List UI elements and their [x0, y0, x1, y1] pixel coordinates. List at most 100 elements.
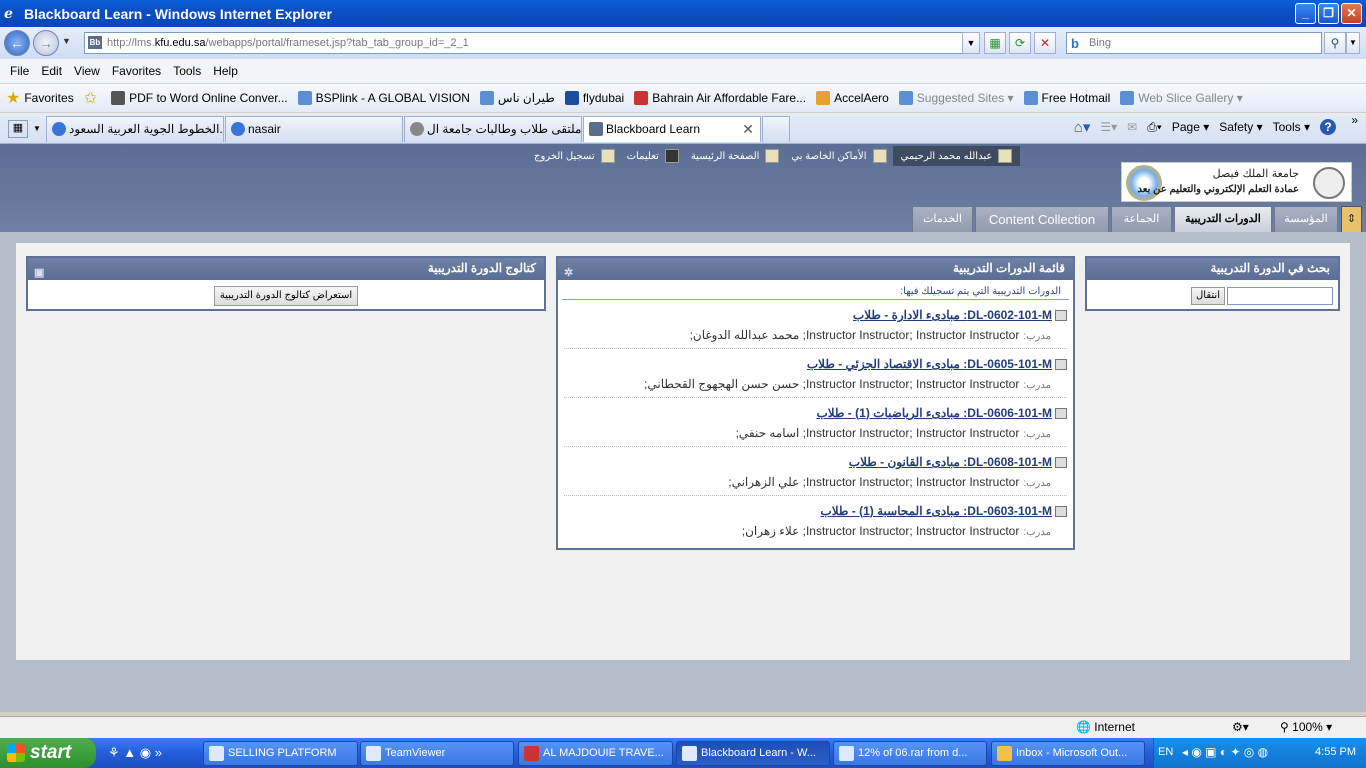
web-slice-gallery-link[interactable]: Web Slice Gallery ▾ — [1120, 91, 1243, 105]
course-link[interactable]: DL-0602-101-M: مبادىء الادارة - طلاب — [564, 308, 1067, 322]
user-name-cell[interactable]: عبدالله محمد الرحيمي — [892, 146, 1021, 166]
menu-view[interactable]: View — [68, 64, 106, 78]
logout-icon — [600, 149, 615, 163]
taskbar-button[interactable]: Inbox - Microsoft Out... — [991, 741, 1145, 766]
tab-community[interactable]: الجماعة — [1111, 206, 1172, 233]
stop-icon[interactable]: ✕ — [1034, 32, 1056, 54]
start-button[interactable]: start — [0, 738, 96, 768]
address-input[interactable]: Bb http://lms.kfu.edu.sa/webapps/portal/… — [84, 32, 980, 54]
minimize-button[interactable]: _ — [1295, 3, 1316, 24]
tab-institution[interactable]: المؤسسة — [1274, 206, 1338, 233]
ie-tab[interactable]: الخطوط الجوية العربية السعود... — [46, 116, 224, 142]
favorite-link[interactable]: Bahrain Air Affordable Fare... — [634, 91, 806, 105]
tab-services[interactable]: الخدمات — [912, 206, 973, 233]
search-input[interactable]: b Bing — [1066, 32, 1322, 54]
chevron-more-icon[interactable]: » — [1351, 113, 1358, 127]
quick-tabs-icon[interactable]: ▦ — [8, 120, 28, 138]
help-icon[interactable]: ? — [1320, 119, 1336, 135]
favorite-link[interactable]: Free Hotmail — [1023, 91, 1110, 105]
print-icon[interactable]: ⎙▾ — [1147, 120, 1162, 135]
course-link[interactable]: DL-0608-101-M: مبادىء القانون - طلاب — [564, 455, 1067, 469]
course-instructors: مدرب:Instructor Instructor; Instructor I… — [564, 377, 1067, 391]
quick-launch-icons[interactable]: ⚘ ▲ ◉ » — [108, 745, 162, 761]
feeds-icon[interactable]: ☰▾ — [1100, 120, 1117, 134]
course-search-input[interactable] — [1227, 287, 1333, 305]
zoom-icon: ⚲ — [1280, 720, 1289, 734]
favorite-link[interactable]: AccelAero — [816, 91, 889, 105]
go-button[interactable]: انتقال — [1191, 287, 1225, 305]
zoom-control[interactable]: ⚲ 100% ▾ — [1280, 720, 1332, 734]
module-title: بحث في الدورة التدريبية — [1087, 258, 1338, 280]
tools-menu[interactable]: Tools ▾ — [1273, 120, 1310, 134]
taskbar-button[interactable]: TeamViewer — [360, 741, 514, 766]
course-name: مبادىء القانون - طلاب — [848, 455, 960, 469]
close-button[interactable]: ✕ — [1341, 3, 1362, 24]
tab-favicon-icon — [589, 122, 603, 136]
ie-page-icon — [479, 91, 494, 105]
new-tab-button[interactable] — [762, 116, 790, 142]
tab-content-collection[interactable]: Content Collection — [975, 206, 1109, 233]
history-dropdown-icon[interactable]: ▼ — [62, 36, 71, 46]
browse-catalog-button[interactable]: استعراض كتالوج الدورة التدريبية — [214, 286, 358, 306]
logo-deanship-name: عمادة التعلم الإلكتروني والتعليم عن بعد — [1137, 184, 1299, 195]
security-zone[interactable]: 🌐 Internet — [1076, 720, 1135, 734]
taskbar-button[interactable]: AL MAJDOUIE TRAVE... — [518, 741, 673, 766]
accelaero-icon — [816, 91, 831, 105]
my-places-link[interactable]: الأماكن الخاصة بي — [785, 149, 892, 163]
tab-list-icon[interactable]: ▼ — [30, 120, 44, 138]
favorites-button[interactable]: ★ Favorites — [6, 88, 74, 108]
favorite-link[interactable]: PDF to Word Online Conver... — [111, 91, 288, 105]
back-button[interactable]: ← — [4, 30, 30, 56]
home-label: الصفحة الرئيسية — [690, 150, 760, 162]
taskbar-button[interactable]: SELLING PLATFORM — [203, 741, 358, 766]
search-icon[interactable]: ⚲ — [1324, 32, 1346, 54]
ie-tab[interactable]: nasair — [225, 116, 403, 142]
restore-button[interactable]: ❐ — [1318, 3, 1339, 24]
window-title: Blackboard Learn - Windows Internet Expl… — [24, 5, 332, 22]
favorite-link[interactable]: flydubai — [564, 91, 624, 105]
course-link[interactable]: DL-0606-101-M: مبادىء الرياضيات (1) - طل… — [564, 406, 1067, 420]
menu-help[interactable]: Help — [207, 64, 244, 78]
course-link[interactable]: DL-0603-101-M: مبادىء المحاسبة (1) - طلا… — [564, 504, 1067, 518]
page-menu[interactable]: Page ▾ — [1172, 120, 1209, 134]
tab-pin-icon[interactable]: ⇕ — [1341, 206, 1362, 233]
tray-icons[interactable]: ◂ ◉ ▣ ◐ ✦ ◎ ◍ — [1182, 745, 1268, 759]
tab-favicon-icon — [410, 122, 424, 136]
safety-menu[interactable]: Safety ▾ — [1219, 120, 1262, 134]
course-link[interactable]: DL-0605-101-M: مبادىء الاقتصاد الجزئي - … — [564, 357, 1067, 371]
menu-file[interactable]: File — [4, 64, 35, 78]
taskbar-button-active[interactable]: Blackboard Learn - W... — [676, 741, 830, 766]
help-link[interactable]: تعليمات — [621, 149, 685, 163]
enrolled-courses-caption: الدورات التدريبية التي يتم تسجيلك فيها: — [562, 280, 1069, 300]
taskbar-button[interactable]: 12% of 06.rar from d... — [833, 741, 987, 766]
ie-tab[interactable]: ملتقى طلاب وطالبات جامعة ال... — [404, 116, 582, 142]
menu-favorites[interactable]: Favorites — [106, 64, 167, 78]
language-indicator[interactable]: EN — [1158, 746, 1173, 758]
tab-close-icon[interactable]: ✕ — [742, 117, 754, 141]
favorite-link[interactable]: BSPlink - A GLOBAL VISION — [297, 91, 470, 105]
url-prefix: http://lms. — [107, 37, 155, 49]
user-name: عبدالله محمد الرحيمي — [900, 150, 993, 162]
add-favorite-button[interactable]: ✩ — [84, 88, 101, 108]
course-name: مبادىء الادارة - طلاب — [852, 308, 960, 322]
mail-icon[interactable]: ✉ — [1127, 120, 1137, 134]
forward-button[interactable]: → — [33, 30, 59, 56]
refresh-icon[interactable]: ⟳ — [1009, 32, 1031, 54]
favorite-link[interactable]: طيران ناس — [479, 91, 555, 105]
course-name: مبادىء الرياضيات (1) - طلاب — [816, 406, 960, 420]
suggested-sites-link[interactable]: Suggested Sites ▾ — [898, 91, 1014, 105]
search-options-icon[interactable]: ▼ — [1346, 32, 1360, 54]
menu-edit[interactable]: Edit — [35, 64, 68, 78]
compatibility-view-icon[interactable]: ▦ — [984, 32, 1006, 54]
course-instructors: مدرب:Instructor Instructor; Instructor I… — [564, 524, 1067, 538]
course-instructors: مدرب:Instructor Instructor; Instructor I… — [564, 426, 1067, 440]
tab-courses[interactable]: الدورات التدريبية — [1174, 206, 1272, 233]
home-icon[interactable]: ⌂▾ — [1074, 118, 1091, 136]
home-link[interactable]: الصفحة الرئيسية — [685, 149, 786, 163]
address-dropdown-icon[interactable]: ▼ — [962, 32, 980, 54]
menu-tools[interactable]: Tools — [167, 64, 207, 78]
module-settings-icon[interactable]: ✲ — [564, 263, 573, 284]
ie-tab-active[interactable]: Blackboard Learn ✕ — [583, 116, 761, 142]
protected-mode-icon[interactable]: ⚙▾ — [1232, 720, 1249, 734]
logout-link[interactable]: تسجيل الخروج — [528, 149, 621, 163]
